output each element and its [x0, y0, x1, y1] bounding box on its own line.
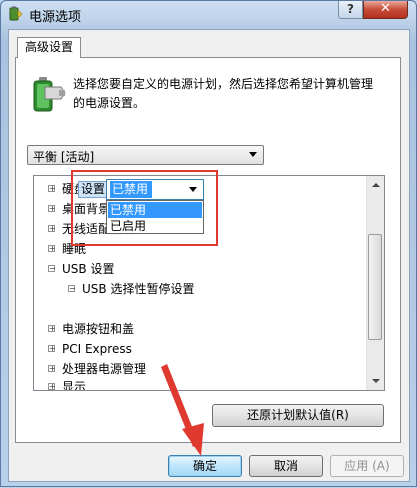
battery-icon — [33, 77, 66, 112]
scroll-up-button[interactable] — [367, 176, 384, 193]
expand-icon[interactable]: + — [48, 383, 56, 390]
ok-button[interactable]: 确定 — [168, 455, 242, 477]
expand-icon[interactable]: + — [48, 185, 56, 193]
arrow-down-icon — [372, 379, 380, 383]
collapse-icon[interactable]: − — [68, 285, 76, 293]
tree-item-label: USB 设置 — [62, 262, 115, 276]
scroll-down-button[interactable] — [367, 373, 384, 390]
power-plan-value: 平衡 [活动] — [33, 150, 95, 164]
description-text: 选择您要自定义的电源计划，然后选择您希望计算机管理的电源设置。 — [73, 77, 374, 110]
expand-icon[interactable]: + — [48, 245, 56, 253]
expand-icon[interactable]: + — [48, 345, 56, 353]
power-options-icon — [9, 6, 23, 21]
title-bar[interactable]: 电源选项 ? ✕ — [1, 1, 416, 29]
chevron-down-icon — [249, 152, 257, 157]
restore-defaults-button[interactable]: 还原计划默认值(R) — [212, 404, 384, 427]
power-plan-select[interactable]: 平衡 [活动] — [27, 145, 264, 165]
tree-item-label: USB 选择性暂停设置 — [82, 282, 195, 296]
cancel-button[interactable]: 取消 — [249, 455, 323, 477]
help-button[interactable]: ? — [338, 1, 363, 19]
window-title: 电源选项 — [29, 10, 82, 25]
tab-advanced-settings[interactable]: 高级设置 — [17, 37, 81, 58]
expand-icon[interactable]: + — [48, 365, 56, 373]
expand-icon[interactable]: + — [48, 225, 56, 233]
arrow-up-icon — [372, 183, 380, 187]
expand-icon[interactable]: + — [48, 325, 56, 333]
tree-item-label: 电源按钮和盖 — [62, 322, 135, 336]
highlight-annotation-box — [71, 170, 218, 246]
close-button[interactable]: ✕ — [363, 1, 408, 19]
tree-item-label: 显示 — [62, 380, 87, 391]
power-options-window: 电源选项 ? ✕ 高级设置 选择您要自定义的电源计划，然后选择您希望计算机管理的… — [0, 0, 417, 487]
tree-item-label: 处理器电源管理 — [62, 362, 147, 376]
vertical-scrollbar[interactable] — [366, 176, 384, 390]
scroll-thumb[interactable] — [368, 234, 382, 340]
expand-icon[interactable]: + — [48, 205, 56, 213]
collapse-icon[interactable]: − — [48, 265, 56, 273]
dialog-client-area: 高级设置 选择您要自定义的电源计划，然后选择您希望计算机管理的电源设置。 平衡 … — [8, 29, 410, 482]
tree-item-label: PCI Express — [62, 342, 132, 356]
apply-button[interactable]: 应用 (A) — [330, 455, 404, 477]
